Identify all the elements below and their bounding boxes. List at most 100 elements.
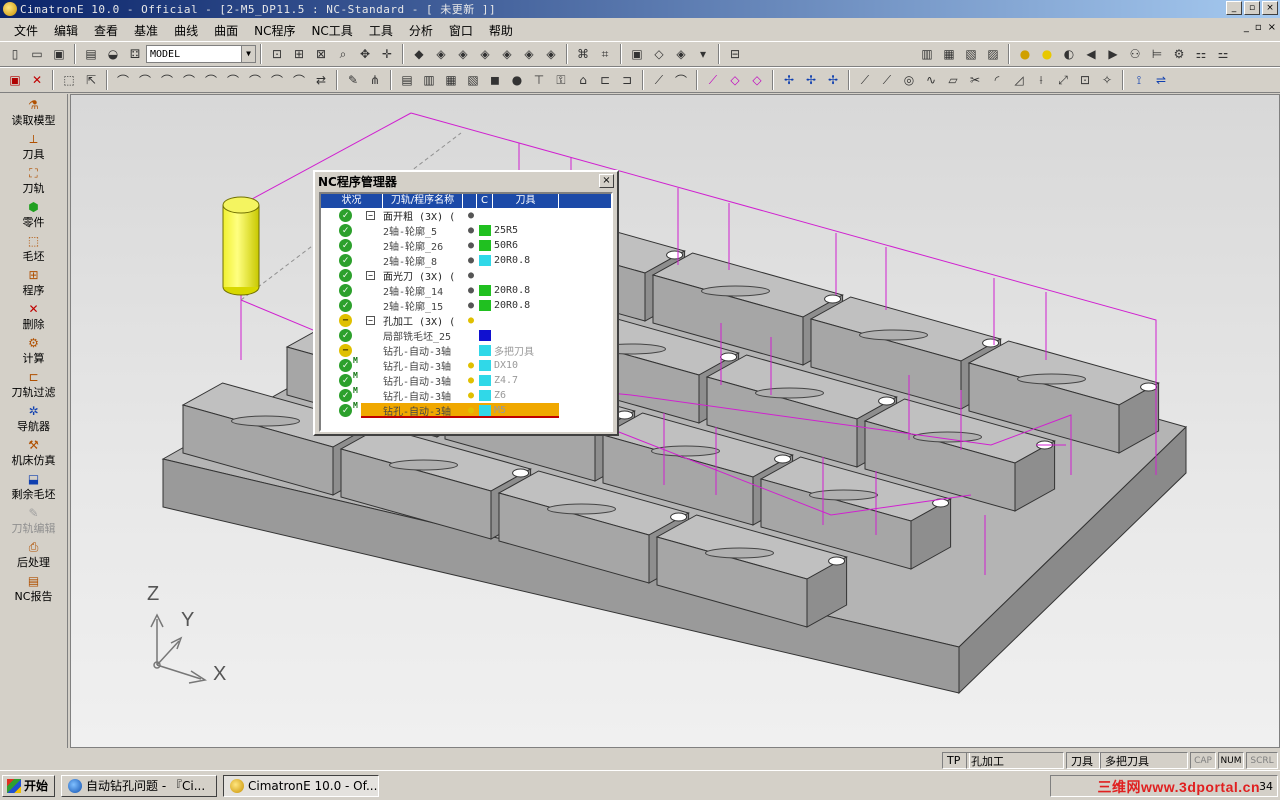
mdi-restore-button[interactable]: ▫	[1255, 22, 1262, 33]
arrow-left-icon[interactable]: ◀	[1082, 45, 1100, 63]
filter-icon[interactable]: ⊟	[726, 45, 744, 63]
point-1-icon[interactable]: ✢	[780, 71, 798, 89]
menu-window[interactable]: 窗口	[441, 22, 481, 39]
menu-nc-program[interactable]: NC程序	[246, 22, 303, 39]
wizard-compute[interactable]: ⚙ 计算	[0, 332, 67, 366]
wizard-program[interactable]: ⊞ 程序	[0, 264, 67, 298]
iso-view-icon[interactable]: ◆	[410, 45, 428, 63]
menu-tools[interactable]: 工具	[361, 22, 401, 39]
front-view-icon[interactable]: ◈	[432, 45, 450, 63]
nc-tool-6-icon[interactable]: ●	[508, 71, 526, 89]
wire-1-icon[interactable]: ⟋	[704, 71, 722, 89]
wizard-read-model[interactable]: ⚗ 读取模型	[0, 94, 67, 128]
assembly-icon[interactable]: ⚍	[1214, 45, 1232, 63]
zoom-icon[interactable]: ⌕	[334, 45, 352, 63]
save-icon[interactable]: ▣	[50, 45, 68, 63]
curve-tool-8-icon[interactable]: ⌒	[268, 71, 286, 89]
bottom-view-icon[interactable]: ◈	[542, 45, 560, 63]
curve-tool-3-icon[interactable]: ⌒	[158, 71, 176, 89]
hidden-line-icon[interactable]: ◈	[672, 45, 690, 63]
taskbar-button-cimatron[interactable]: CimatronE 10.0 - Of...	[223, 774, 380, 797]
project-tool-icon[interactable]: ⊡	[1076, 71, 1094, 89]
wizard-nc-report[interactable]: ▤ NC报告	[0, 570, 67, 604]
light-bulb-on-icon[interactable]: ●	[465, 360, 477, 371]
shaded-icon[interactable]: ▣	[628, 45, 646, 63]
measure-icon[interactable]: ⊨	[1148, 45, 1166, 63]
tree-icon[interactable]: ⚏	[1192, 45, 1210, 63]
start-button[interactable]: 开始	[2, 774, 56, 797]
nc-tool-10-icon[interactable]: ⊏	[596, 71, 614, 89]
nc-toolpath-row[interactable]: ✓ M 钻孔-自动-3轴 ● DX10	[321, 356, 611, 373]
light-bulb-on-icon[interactable]: ●	[465, 315, 477, 326]
mirror-icon[interactable]: ⟟	[1130, 71, 1148, 89]
view-define-icon[interactable]: ⌘	[574, 45, 592, 63]
constraint-icon[interactable]: ⋔	[366, 71, 384, 89]
nc-toolpath-row[interactable]: ✓ M 钻孔-自动-3轴 ● M5	[321, 401, 611, 418]
print-icon[interactable]: ▤	[82, 45, 100, 63]
mdi-minimize-button[interactable]: _	[1244, 22, 1249, 33]
nc-tool-5-icon[interactable]: ◼	[486, 71, 504, 89]
graphics-viewport[interactable]: Z Y X	[70, 94, 1280, 748]
nc-tool-3-icon[interactable]: ▦	[442, 71, 460, 89]
menu-datum[interactable]: 基准	[126, 22, 166, 39]
transform-icon[interactable]: ⇌	[1152, 71, 1170, 89]
light-bulb-off-icon[interactable]: ●	[465, 300, 477, 311]
curve-tool-9-icon[interactable]: ⌒	[290, 71, 308, 89]
wizard-toolpath[interactable]: ⛶ 刀轨	[0, 162, 67, 196]
point-2-icon[interactable]: ✢	[802, 71, 820, 89]
light-bulb-on-icon[interactable]: ●	[465, 375, 477, 386]
nc-toolpath-row[interactable]: ✓ 2轴-轮廓_5 ● 25R5	[321, 223, 611, 238]
arrow-right-icon[interactable]: ▶	[1104, 45, 1122, 63]
nc-tool-11-icon[interactable]: ⊐	[618, 71, 636, 89]
curve-tool-2-icon[interactable]: ⌒	[136, 71, 154, 89]
minimize-button[interactable]: _	[1226, 1, 1242, 15]
xyz-tool-icon[interactable]: ✧	[1098, 71, 1116, 89]
restore-button[interactable]: ▫	[1244, 1, 1260, 15]
light-bulb-mix-icon[interactable]: ◐	[1060, 45, 1078, 63]
close-button[interactable]: ×	[1262, 1, 1278, 15]
light-bulb-on-icon[interactable]: ●	[465, 390, 477, 401]
dialog-close-button[interactable]: ×	[599, 174, 614, 188]
layer-icon[interactable]: ◒	[104, 45, 122, 63]
nc-tool-8-icon[interactable]: ⚿	[552, 71, 570, 89]
curve-tool-6-icon[interactable]: ⌒	[224, 71, 242, 89]
swap-icon[interactable]: ⇄	[312, 71, 330, 89]
nc-toolpath-row[interactable]: ✓ 局部铣毛坯_25	[321, 328, 611, 343]
menu-view[interactable]: 查看	[86, 22, 126, 39]
show-icon[interactable]: ▦	[940, 45, 958, 63]
collapse-toggle-icon[interactable]: −	[366, 271, 375, 280]
col-name[interactable]: 刀轨/程序名称	[383, 194, 463, 208]
zoom-window-icon[interactable]: ⊞	[290, 45, 308, 63]
collapse-toggle-icon[interactable]: −	[366, 211, 375, 220]
wizard-navigator[interactable]: ✲ 导航器	[0, 400, 67, 434]
wizard-post-process[interactable]: ⎙ 后处理	[0, 536, 67, 570]
chamfer-tool-icon[interactable]: ◿	[1010, 71, 1028, 89]
line-tool-2-icon[interactable]: ⟋	[878, 71, 896, 89]
nc-tool-1-icon[interactable]: ▤	[398, 71, 416, 89]
taskbar-button-browser[interactable]: 自动钻孔问题 - 『Ci...	[61, 774, 218, 797]
curve-tool-1-icon[interactable]: ⌒	[114, 71, 132, 89]
nc-setup-icon[interactable]: ▣	[6, 71, 24, 89]
back-view-icon[interactable]: ◈	[520, 45, 538, 63]
trim-tool-icon[interactable]: ✂	[966, 71, 984, 89]
nc-tool-7-icon[interactable]: ⊤	[530, 71, 548, 89]
light-bulb-icon[interactable]: ●	[1016, 45, 1034, 63]
draw-arc-icon[interactable]: ⌒	[672, 71, 690, 89]
wire-2-icon[interactable]: ◇	[726, 71, 744, 89]
mask-icon[interactable]: ▥	[918, 45, 936, 63]
model-select[interactable]: MODEL ▼	[146, 45, 256, 63]
nc-toolpath-row[interactable]: ✓ M 钻孔-自动-3轴 ● Z6	[321, 386, 611, 403]
wizard-filter[interactable]: ⊏ 刀轨过滤	[0, 366, 67, 400]
pick-icon[interactable]: ⇱	[82, 71, 100, 89]
menu-file[interactable]: 文件	[6, 22, 46, 39]
line-tool-icon[interactable]: ⟋	[856, 71, 874, 89]
wire-3-icon[interactable]: ◇	[748, 71, 766, 89]
pan-icon[interactable]: ✥	[356, 45, 374, 63]
light-bulb-on-icon[interactable]: ●	[465, 405, 477, 416]
light-bulb-off-icon[interactable]: ●	[465, 210, 477, 221]
light-bulb-off-icon[interactable]: ●	[465, 285, 477, 296]
nc-toolpath-row[interactable]: − 钻孔-自动-3轴 多把刀具	[321, 343, 611, 358]
light-bulb-off-icon[interactable]: ●	[465, 225, 477, 236]
sketch-icon[interactable]: ✎	[344, 71, 362, 89]
render-mode-icon[interactable]: ▾	[694, 45, 712, 63]
